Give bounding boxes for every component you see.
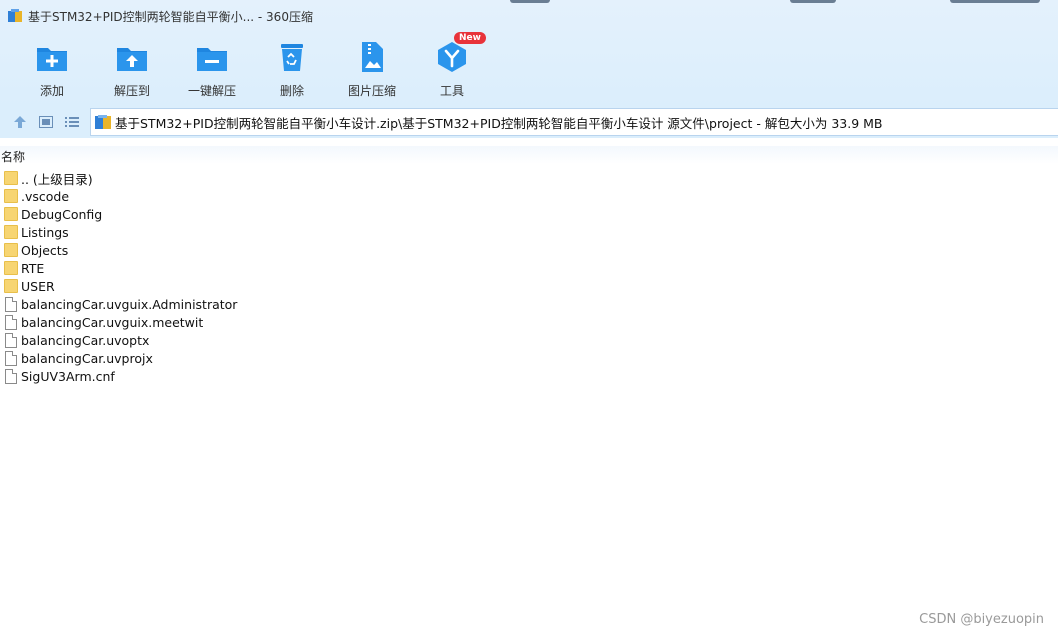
- title-bar: 基于STM32+PID控制两轮智能自平衡小... - 360压缩: [0, 0, 1058, 32]
- image-compress-label: 图片压缩: [347, 84, 396, 98]
- watermark: CSDN @biyezuopin: [919, 612, 1044, 627]
- image-compress-button[interactable]: 图片压缩: [332, 36, 412, 98]
- item-name: balancingCar.uvoptx: [21, 332, 150, 348]
- item-name: SigUV3Arm.cnf: [21, 368, 115, 384]
- title-divider: [790, 0, 836, 3]
- image-compress-icon: [355, 40, 389, 74]
- file-icon: [5, 314, 17, 330]
- tools-icon: [435, 40, 469, 74]
- tools-button[interactable]: 工具 New: [412, 32, 492, 98]
- up-level-button[interactable]: [11, 113, 29, 131]
- folder-icon: [4, 207, 18, 221]
- item-name: Objects: [21, 242, 69, 258]
- folder-row[interactable]: RTE: [0, 259, 1058, 277]
- item-name: .. (上级目录): [21, 171, 93, 187]
- item-name: balancingCar.uvguix.meetwit: [21, 314, 204, 330]
- new-badge: New: [454, 32, 486, 44]
- item-name: balancingCar.uvprojx: [21, 350, 153, 366]
- title-divider: [950, 0, 1040, 3]
- folder-row[interactable]: Objects: [0, 241, 1058, 259]
- folder-row[interactable]: .vscode: [0, 187, 1058, 205]
- title-divider: [510, 0, 550, 3]
- tools-label: 工具: [439, 84, 464, 98]
- app-window: 基于STM32+PID控制两轮智能自平衡小... - 360压缩 添加 解压到 …: [0, 0, 1058, 639]
- address-field[interactable]: 基于STM32+PID控制两轮智能自平衡小车设计.zip\基于STM32+PID…: [90, 108, 1058, 136]
- file-list: .. (上级目录) .vscode DebugConfig Listings Objec…: [0, 169, 1058, 385]
- add-folder-icon: [35, 40, 69, 74]
- file-row[interactable]: SigUV3Arm.cnf: [0, 367, 1058, 385]
- one-click-extract-icon: [195, 40, 229, 74]
- folder-icon: [4, 171, 18, 185]
- recycle-bin-icon: [275, 40, 309, 74]
- add-label: 添加: [39, 84, 64, 98]
- file-row[interactable]: balancingCar.uvguix.Administrator: [0, 295, 1058, 313]
- file-row[interactable]: balancingCar.uvoptx: [0, 331, 1058, 349]
- column-name-label: 名称: [1, 150, 26, 164]
- file-icon: [5, 332, 17, 348]
- thumbnail-view-icon: [39, 116, 53, 128]
- item-name: RTE: [21, 260, 45, 276]
- extract-to-button[interactable]: 解压到: [92, 36, 172, 98]
- add-button[interactable]: 添加: [12, 36, 92, 98]
- folder-row[interactable]: DebugConfig: [0, 205, 1058, 223]
- thumbnail-view-button[interactable]: [37, 113, 55, 131]
- file-row[interactable]: balancingCar.uvguix.meetwit: [0, 313, 1058, 331]
- folder-icon: [4, 189, 18, 203]
- folder-row[interactable]: Listings: [0, 223, 1058, 241]
- window-title: 基于STM32+PID控制两轮智能自平衡小... - 360压缩: [28, 9, 313, 24]
- one-click-extract-button[interactable]: 一键解压: [172, 36, 252, 98]
- delete-button[interactable]: 删除: [252, 36, 332, 98]
- item-name: USER: [21, 278, 55, 294]
- list-view-icon: [65, 117, 79, 127]
- item-name: DebugConfig: [21, 206, 103, 222]
- file-icon: [5, 296, 17, 312]
- one-click-extract-label: 一键解压: [187, 84, 236, 98]
- column-header-name[interactable]: 名称: [0, 146, 1058, 164]
- folder-icon: [4, 225, 18, 239]
- folder-icon: [4, 279, 18, 293]
- item-name: .vscode: [21, 188, 70, 204]
- file-row[interactable]: balancingCar.uvprojx: [0, 349, 1058, 367]
- folder-icon: [4, 243, 18, 257]
- zip-archive-icon: [95, 115, 111, 129]
- extract-to-label: 解压到: [113, 84, 150, 98]
- item-name: Listings: [21, 224, 69, 240]
- header: 基于STM32+PID控制两轮智能自平衡小... - 360压缩 添加 解压到 …: [0, 0, 1058, 106]
- folder-icon: [4, 261, 18, 275]
- path-text: 基于STM32+PID控制两轮智能自平衡小车设计.zip\基于STM32+PID…: [115, 115, 883, 131]
- folder-row[interactable]: USER: [0, 277, 1058, 295]
- path-bar: 基于STM32+PID控制两轮智能自平衡小车设计.zip\基于STM32+PID…: [0, 106, 1058, 138]
- item-name: balancingCar.uvguix.Administrator: [21, 296, 238, 312]
- arrow-up-icon: [14, 116, 26, 128]
- app-logo-icon: [8, 9, 22, 23]
- extract-to-icon: [115, 40, 149, 74]
- delete-label: 删除: [279, 84, 304, 98]
- folder-row[interactable]: .. (上级目录): [0, 169, 1058, 187]
- file-icon: [5, 368, 17, 384]
- file-icon: [5, 350, 17, 366]
- toolbar: 添加 解压到 一键解压 删除 图片压缩 工具 New: [0, 32, 1058, 100]
- list-view-button[interactable]: [63, 113, 81, 131]
